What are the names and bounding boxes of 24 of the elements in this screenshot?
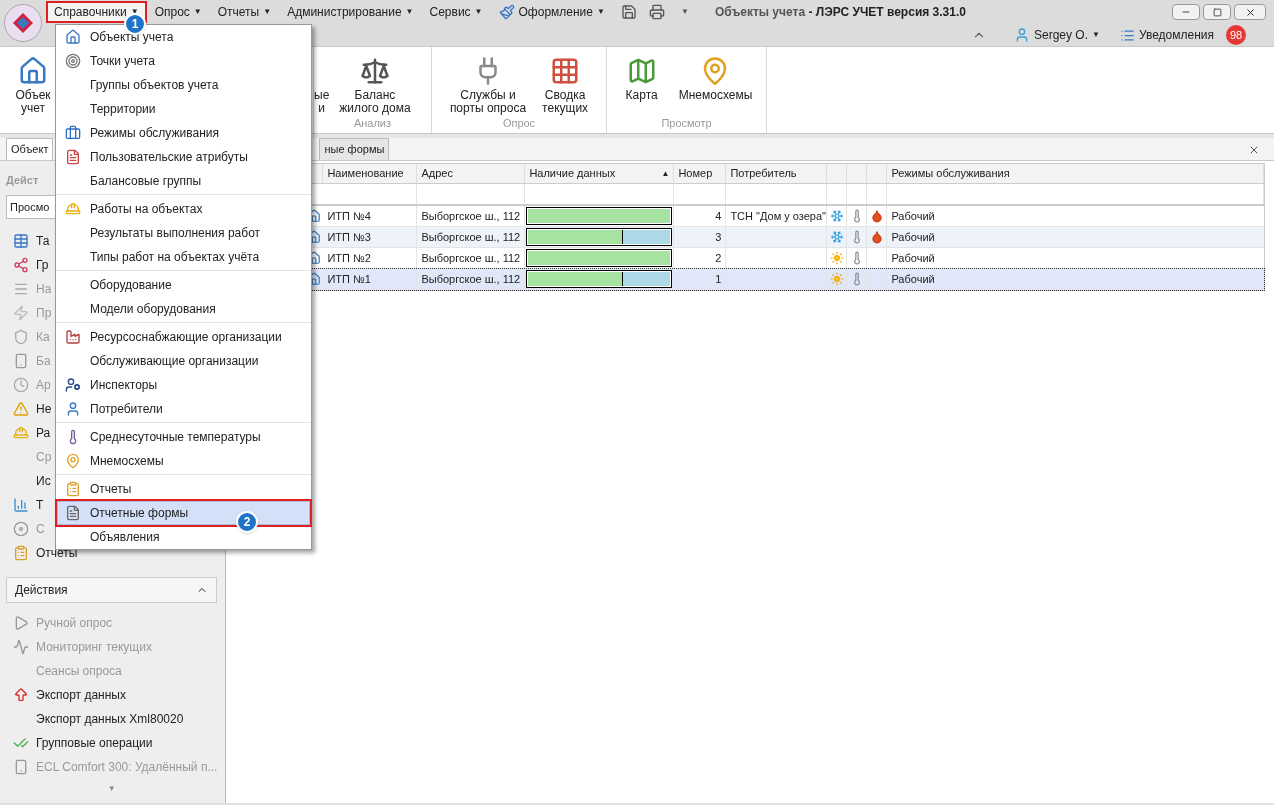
table-cell-text: ИТП №2 xyxy=(327,250,371,266)
table-cell-text: ИТП №1 xyxy=(327,271,371,287)
table-cell-text: 2 xyxy=(715,250,722,266)
ribbon-group-label: Анализ xyxy=(353,116,392,131)
step-badge: 2 xyxy=(236,511,258,533)
table-cell-text: ИТП №3 xyxy=(327,229,371,245)
table-cell-text: 4 xyxy=(715,208,722,224)
ribbon-group-label: Опрос xyxy=(502,116,536,131)
table-cell-text: Выборгское ш., 112 xyxy=(421,208,521,224)
table-cell-text: Рабочий xyxy=(891,208,935,224)
table-cell-text: ИТП №4 xyxy=(327,208,371,224)
table-cell-text: Рабочий xyxy=(891,250,935,266)
panel-header: Дейст xyxy=(6,172,39,188)
table-cell-text: Выборгское ш., 112 xyxy=(421,250,521,266)
table-cell-text: Выборгское ш., 112 xyxy=(421,271,521,287)
table-cell-text: Рабочий xyxy=(891,271,935,287)
table-cell-text: ТСН "Дом у озера" xyxy=(730,208,826,224)
table-cell-text: 3 xyxy=(715,229,722,245)
table-cell-text: 1 xyxy=(715,271,722,287)
notification-count: 98 xyxy=(1226,25,1246,45)
table-cell-text: Рабочий xyxy=(891,229,935,245)
ribbon-group-label: Просмотр xyxy=(661,116,712,131)
window-title: Объекты учета - ЛЭРС УЧЕТ версия 3.31.0 xyxy=(714,4,966,21)
table-cell-text: Выборгское ш., 112 xyxy=(421,229,521,245)
